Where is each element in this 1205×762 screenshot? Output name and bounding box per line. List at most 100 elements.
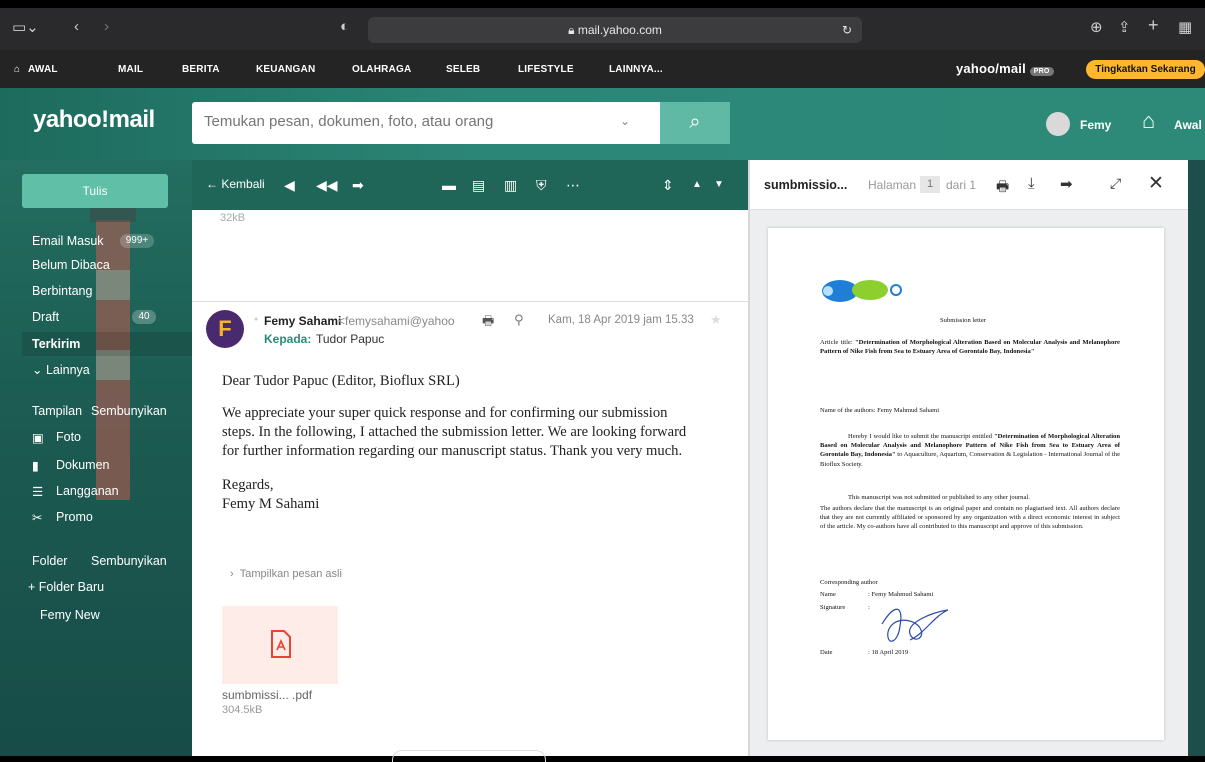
pdf-page: Submission letter Article title: "Determ… <box>768 228 1164 740</box>
print-icon[interactable]: 🖶︎ <box>996 176 1009 200</box>
delete-icon[interactable]: ▥ <box>504 177 517 194</box>
doc-signature-label: Signature <box>820 604 846 611</box>
sender-email: <femysahami@yahoo <box>338 314 455 328</box>
search-input[interactable] <box>204 113 604 130</box>
message-date: Kam, 18 Apr 2019 jam 15.33 <box>548 314 694 326</box>
share-icon[interactable]: ⇪ <box>1118 18 1131 36</box>
more-icon[interactable]: ⋯ <box>566 177 580 194</box>
folder-inbox[interactable]: Email Masuk <box>32 234 104 248</box>
nav-awal[interactable]: AWAL <box>28 64 58 75</box>
archive-icon[interactable]: ▬ <box>442 177 456 193</box>
forward-icon[interactable]: ➡ <box>1060 175 1073 193</box>
reload-icon[interactable]: ↻ <box>842 17 852 43</box>
address-bar[interactable]: 🔒︎ mail.yahoo.com ↻ <box>368 17 862 43</box>
reply-icon[interactable]: ◀ <box>284 177 295 194</box>
folder-more-label: Lainnya <box>45 363 90 377</box>
folder-more[interactable]: ⌄ Lainnya <box>32 362 90 377</box>
star-icon[interactable]: ★ <box>710 312 722 328</box>
nav-olahraga[interactable]: OLAHRAGA <box>352 64 411 75</box>
home-icon[interactable]: ⌂ <box>14 64 20 75</box>
back-arrow-icon[interactable]: ‹ <box>74 18 79 35</box>
chevron-down-icon: ⌄ <box>32 363 46 377</box>
avatar[interactable] <box>1046 112 1070 136</box>
doc-heading: Submission letter <box>940 317 986 324</box>
sender-name[interactable]: Femy Sahami <box>264 314 341 328</box>
nav-mail[interactable]: MAIL <box>118 64 143 75</box>
sender-avatar[interactable]: F <box>206 310 244 348</box>
search-button[interactable]: ⌕ <box>660 102 730 144</box>
doc-paragraph-2: This manuscript was not submitted or pub… <box>848 494 1030 501</box>
new-tab-icon[interactable]: + <box>1148 15 1159 36</box>
print-icon[interactable]: 🖶︎ <box>482 312 494 334</box>
nav-lainnya[interactable]: LAINNYA... <box>609 64 663 75</box>
yahoo-mail-pro-logo[interactable]: yahoo/mail PRO <box>956 61 1054 76</box>
new-folder-link[interactable]: + Folder Baru <box>28 580 104 594</box>
nav-lifestyle[interactable]: LIFESTYLE <box>518 64 574 75</box>
expand-icon[interactable]: ⇕ <box>662 177 674 194</box>
folder-unread[interactable]: Belum Dibaca <box>32 258 110 272</box>
next-message-icon[interactable]: ▼ <box>714 179 724 190</box>
forward-arrow-icon[interactable]: › <box>104 18 109 35</box>
folder-femy-new[interactable]: Femy New <box>40 608 100 622</box>
greeting: Dear Tudor Papuc (Editor, Bioflux SRL) <box>222 373 460 389</box>
privacy-shield-icon[interactable]: ◐ <box>340 18 349 35</box>
previous-message-icon[interactable]: ▲ <box>692 179 702 190</box>
show-original-label: Tampilkan pesan asli <box>239 568 342 580</box>
move-icon[interactable]: ▤ <box>472 177 485 194</box>
spam-icon[interactable]: ⛨ <box>536 177 547 194</box>
views-hide-link[interactable]: Sembunyikan <box>91 404 167 418</box>
doc-date-label: Date <box>820 649 833 656</box>
view-subscriptions[interactable]: Langganan <box>56 484 119 498</box>
tab-overview-icon[interactable]: ▦ <box>1178 18 1192 36</box>
body-line: for further information regarding our ma… <box>222 443 683 459</box>
signoff: Regards, <box>222 477 274 493</box>
bioflux-logo <box>822 280 902 302</box>
doc-paragraph-1: Hereby I would like to submit the manusc… <box>820 432 1120 469</box>
page-number-input[interactable]: 1 <box>920 176 940 193</box>
attachment-name[interactable]: sumbmissi... .pdf <box>222 688 312 702</box>
folders-hide-link[interactable]: Sembunyikan <box>91 554 167 568</box>
compose-button[interactable]: Tulis <box>22 174 168 208</box>
pdf-viewer-header: sumbmissio... Halaman 1 dari 1 🖶︎ ⤓ ➡ ⤢ … <box>750 160 1188 210</box>
forward-icon[interactable]: ➡ <box>352 177 364 194</box>
doc-paragraph-3: The authors declare that the manuscript … <box>820 505 1120 531</box>
doc-signature-colon: : <box>868 604 870 611</box>
reply-all-icon[interactable]: ◀◀ <box>316 177 338 194</box>
folder-draft[interactable]: Draft <box>32 310 59 324</box>
sidebar-toggle-icon[interactable]: ▭⌄ <box>12 18 39 36</box>
unread-dot-icon: ● <box>254 316 259 323</box>
view-documents[interactable]: Dokumen <box>56 458 110 472</box>
show-original-link[interactable]: › Tampilkan pesan asli <box>230 568 342 580</box>
para1-start: Hereby I would like to submit the manusc… <box>848 433 994 440</box>
doc-date-value: : 18 April 2019 <box>868 649 909 656</box>
yahoo-mail-logo[interactable]: yahoo!mail <box>33 106 155 134</box>
folder-starred[interactable]: Berbintang <box>32 284 92 298</box>
close-icon[interactable]: ✕ <box>1148 172 1164 195</box>
download-icon[interactable]: ⤓ <box>1028 175 1035 192</box>
view-photos[interactable]: Foto <box>56 430 81 444</box>
handwritten-signature <box>881 608 949 642</box>
browser-toolbar: ▭⌄ ‹ › ◐ 🔒︎ mail.yahoo.com ↻ ⊕ ⇪ + ▦ <box>0 8 1205 50</box>
view-promo[interactable]: Promo <box>56 510 93 524</box>
folder-sent[interactable]: Terkirim <box>32 337 80 351</box>
home-icon[interactable]: ⌂ <box>1142 108 1155 134</box>
pro-badge: PRO <box>1029 67 1054 76</box>
body-line: steps. In the following, I attached the … <box>222 424 687 440</box>
nav-keuangan[interactable]: KEUANGAN <box>256 64 315 75</box>
user-name[interactable]: Femy <box>1080 118 1111 132</box>
page-count: dari 1 <box>946 178 977 192</box>
attachment-thumbnail[interactable] <box>222 606 338 684</box>
back-button[interactable]: ← Kembali <box>206 177 265 191</box>
recipient[interactable]: Tudor Papuc <box>316 332 384 346</box>
nav-berita[interactable]: BERITA <box>182 64 220 75</box>
search-dropdown-icon[interactable]: ⌄ <box>620 114 630 128</box>
message-body: Dear Tudor Papuc (Editor, Bioflux SRL) W… <box>222 372 722 514</box>
upgrade-button[interactable]: Tingkatkan Sekarang <box>1086 60 1205 79</box>
address-text: mail.yahoo.com <box>577 23 662 37</box>
body-line: We appreciate your super quick response … <box>222 405 668 421</box>
home-link[interactable]: Awal <box>1174 118 1202 132</box>
fullscreen-icon[interactable]: ⤢ <box>1110 175 1121 192</box>
pdf-viewer: Submission letter Article title: "Determ… <box>750 210 1188 756</box>
download-icon[interactable]: ⊕ <box>1090 18 1103 36</box>
nav-seleb[interactable]: SELEB <box>446 64 480 75</box>
